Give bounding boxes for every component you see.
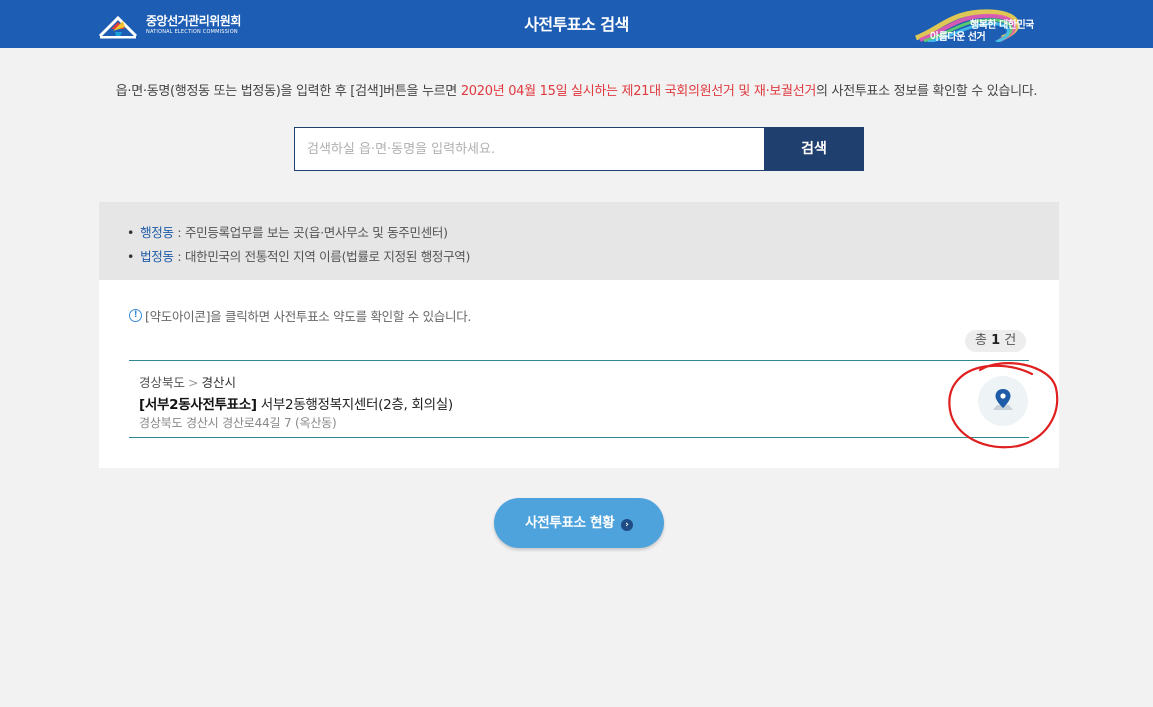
intro-highlight: 2020년 04월 15일 실시하는 제21대 국회의원선거 및 재·보궐선거 (460, 84, 817, 99)
result-panel: ! [약도아이콘]을 클릭하면 사전투표소 약도를 확인할 수 있습니다. 총 … (99, 280, 1059, 468)
count-suffix: 건 (1000, 333, 1017, 348)
info-desc: : 대한민국의 전통적인 지역 이름(법률로 지정된 행정구역) (173, 249, 471, 264)
city: 경산시 (201, 375, 237, 390)
result-count: 1 (991, 333, 1001, 348)
chevron-right-icon: › (620, 519, 633, 531)
bullet: • (127, 249, 135, 264)
bullet: • (127, 225, 135, 240)
info-term: 행정동 (140, 225, 174, 240)
map-notice: ! [약도아이콘]을 클릭하면 사전투표소 약도를 확인할 수 있습니다. (129, 306, 471, 325)
search-button[interactable]: 검색 (764, 127, 864, 171)
slogan-line2: 아름다운 선거 (930, 32, 986, 43)
search-input[interactable] (294, 127, 764, 171)
breadcrumb-separator: > (188, 375, 199, 390)
map-pin-icon (993, 389, 1013, 410)
map-notice-text: [약도아이콘]을 클릭하면 사전투표소 약도를 확인할 수 있습니다. (145, 309, 472, 324)
info-item-legal-dong: • 법정동 : 대한민국의 전통적인 지역 이름(법률로 지정된 행정구역) (127, 246, 470, 265)
polling-place-name: [서부2동사전투표소] (139, 397, 257, 413)
region-breadcrumb: 경상북도 > 경산시 (139, 372, 236, 391)
map-button[interactable] (978, 376, 1028, 426)
polling-place-address: 경상북도 경산시 경산로44길 7 (옥산동) (139, 416, 337, 430)
intro-text-after: 의 사전투표소 정보를 확인할 수 있습니다. (816, 84, 1038, 99)
polling-status-label: 사전투표소 현황 (525, 515, 615, 531)
header-bar: 중앙선거관리위원회 NATIONAL ELECTION COMMISSION 사… (0, 0, 1153, 48)
polling-place: [서부2동사전투표소] 서부2동행정복지센터(2층, 회의실) (139, 393, 453, 413)
slogan-logo: 행복한 대한민국 아름다운 선거 (912, 8, 1062, 43)
info-item-administrative-dong: • 행정동 : 주민등록업무를 보는 곳(읍·면사무소 및 동주민센터) (127, 222, 448, 241)
province: 경상북도 (139, 375, 186, 390)
polling-status-button[interactable]: 사전투표소 현황 › (494, 498, 664, 548)
info-box: • 행정동 : 주민등록업무를 보는 곳(읍·면사무소 및 동주민센터) • 법정동… (99, 202, 1059, 280)
info-term: 법정동 (140, 249, 174, 264)
info-desc: : 주민등록업무를 보는 곳(읍·면사무소 및 동주민센터) (173, 225, 448, 240)
intro-text-before: 읍·면·동명(행정동 또는 법정동)을 입력한 후 [검색]버튼을 누르면 (115, 84, 461, 99)
list-item: 경상북도 > 경산시 [서부2동사전투표소] 서부2동행정복지센터(2층, 회의실)… (129, 361, 1029, 437)
intro-text: 읍·면·동명(행정동 또는 법정동)을 입력한 후 [검색]버튼을 누르면 20… (0, 80, 1153, 99)
polling-place-location: 서부2동행정복지센터(2층, 회의실) (256, 397, 453, 413)
list-bottom-divider (129, 437, 1029, 438)
exclamation-icon: ! (129, 309, 142, 322)
result-count-badge: 총 1 건 (965, 330, 1027, 352)
count-prefix: 총 (975, 333, 992, 348)
